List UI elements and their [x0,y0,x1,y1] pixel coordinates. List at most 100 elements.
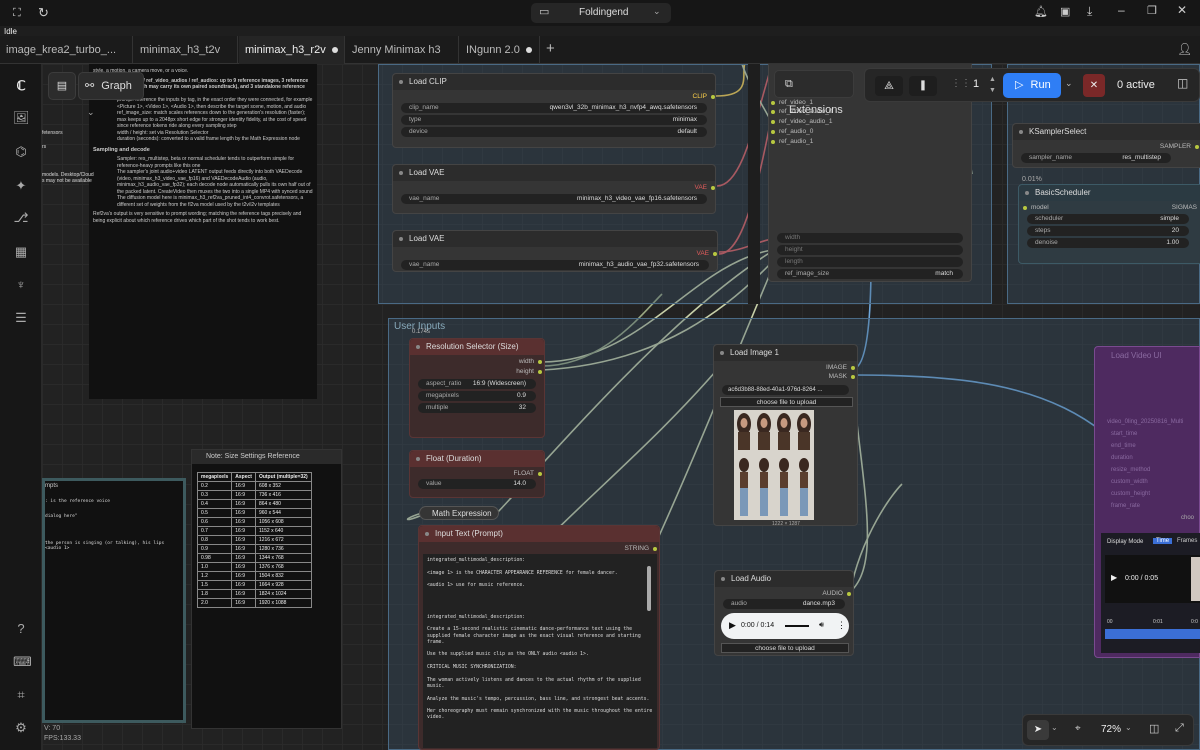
sigmas-output[interactable]: SIGMAS [1172,204,1197,211]
tab-workflow-1[interactable]: image_krea2_turbo_... [0,36,133,64]
resolution-selector-node[interactable]: Resolution Selector (Size) width height … [409,338,545,438]
queue-count[interactable]: 1 [973,78,979,90]
queue-icon[interactable]: ☰ [13,310,29,326]
image-file-combo[interactable]: ac6d3b88-88ed-40a1-976d-8264 ... [722,385,849,395]
clip-type-combo[interactable]: type minimax [401,115,707,125]
input-text-prompt-node[interactable]: Input Text (Prompt) STRING integrated_mu… [418,525,660,750]
keyboard-icon[interactable]: ⌗ [13,687,29,703]
ref-image-size-combo[interactable]: ref_image_size match [777,269,963,279]
cancel-run-button[interactable]: ✕ [1083,74,1105,97]
settings-gear-icon[interactable]: ⚙ [13,720,29,736]
run-options-chevron-icon[interactable]: ⌄ [1065,78,1073,89]
audio-output[interactable]: AUDIO [822,590,851,597]
timeline-bar[interactable] [1105,629,1200,639]
choose-video-button[interactable]: choo [1181,515,1194,521]
fit-view-icon[interactable]: ⌖ [1075,723,1081,734]
tab-workflow-3[interactable]: minimax_h3_r2v [239,36,345,64]
vae-name-combo[interactable]: vae_name minimax_h3_video_vae_fp16.safete… [401,194,707,204]
model-input[interactable]: model [1023,204,1049,211]
steps-number[interactable]: steps 20 [1027,226,1189,236]
run-button[interactable]: ▷ Run [1003,73,1061,98]
duration-number[interactable]: value 14.0 [418,479,536,489]
multiple-number[interactable]: multiple 32 [418,403,536,413]
width-output[interactable]: width [519,358,543,365]
prompt-textarea[interactable]: integrated_multimodal_description: <imag… [423,554,657,748]
comfy-logo-icon[interactable]: ℂ [13,78,29,94]
play-icon[interactable]: ▶ [729,620,736,631]
models-icon[interactable]: ⌬ [13,144,29,160]
megapixels-number[interactable]: megapixels 0.9 [418,391,536,401]
bookmark-icon[interactable]: ❚ [909,76,937,96]
tab-workflow-4[interactable]: Jenny Minimax h3 [346,36,459,64]
help-icon[interactable]: ? [13,621,29,637]
link-visibility-icon[interactable]: ⤢ [1175,722,1184,735]
image-output[interactable]: IMAGE [826,364,855,371]
mode-time-button[interactable]: Time [1153,538,1173,544]
reload-icon[interactable]: ↻ [38,5,49,21]
images-icon[interactable]: 🖼︎ [13,110,30,126]
graph-canvas[interactable]: style, a motion, a camera move, or a voi… [42,64,1200,750]
add-tab-icon[interactable]: + [546,40,555,57]
mode-frames-button[interactable]: Frames [1177,538,1197,544]
maximize-icon[interactable]: ❐ [1147,4,1157,17]
active-count[interactable]: 0 active [1117,79,1155,91]
string-output[interactable]: STRING [624,545,657,552]
play-icon[interactable]: ▶ [1111,573,1117,582]
clip-output[interactable]: CLIP [693,93,716,100]
load-vae-audio-node[interactable]: Load VAE VAE vae_name minimax_h3_audio_va… [392,230,718,272]
video-controls[interactable]: ▶ 0:00 / 0:05 [1105,555,1200,603]
bell-icon[interactable]: 🔔︎ [1034,5,1048,18]
sampler-output[interactable]: SAMPLER [1160,143,1200,150]
clip-device-combo[interactable]: device default [401,127,707,137]
ksampler-select-node[interactable]: KSamplerSelect SAMPLER sampler_name res_m… [1012,123,1200,168]
chat-icon[interactable]: ▣ [1060,5,1070,18]
templates-icon[interactable]: ▦ [13,244,29,260]
minimize-icon[interactable]: – [1118,3,1125,17]
load-vae-video-node[interactable]: Load VAE VAE vae_name minimax_h3_video_va… [392,164,716,214]
denoise-number[interactable]: denoise 1.00 [1027,238,1189,248]
chevron-down-icon[interactable]: ⌄ [1051,723,1058,732]
float-duration-node[interactable]: Float (Duration) FLOAT value 14.0 [409,450,545,498]
width-widget[interactable]: width [777,233,963,243]
sampler-name-combo[interactable]: sampler_name res_multistep [1021,153,1171,163]
volume-icon[interactable]: 🔊︎ [819,620,824,630]
minimap-icon[interactable]: ◫ [1149,722,1159,735]
load-audio-node[interactable]: Load Audio AUDIO audio dance.mp3 ▶ 0:00 /… [714,570,854,656]
tree-icon[interactable]: ♆ [13,277,29,293]
load-clip-node[interactable]: Load CLIP CLIP clip_name qwen3vl_32b_mini… [392,73,716,148]
mask-output[interactable]: MASK [829,373,856,380]
textarea-scrollbar[interactable] [647,566,651,611]
audio-file-combo[interactable]: audio dance.mp3 [723,599,845,609]
clip-name-combo[interactable]: clip_name qwen3vl_32b_minimax_h3_nvfp4_aw… [401,103,707,113]
comfy-cloud-icon[interactable]: ⟁ [875,76,903,96]
terminal-icon[interactable]: ⌨ [13,654,32,670]
basic-scheduler-node[interactable]: BasicScheduler model SIGMAS scheduler sim… [1018,184,1200,264]
length-widget[interactable]: length [777,257,963,267]
download-icon[interactable]: ⤓ [1087,4,1092,19]
vae-output[interactable]: VAE [696,250,717,257]
height-widget[interactable]: height [777,245,963,255]
close-icon[interactable]: ✕ [1177,3,1187,17]
vae-output[interactable]: VAE [694,184,715,191]
aspect-ratio-combo[interactable]: aspect_ratio 16:9 (Widescreen) [418,379,536,389]
tab-workflow-2[interactable]: minimax_h3_t2v [134,36,238,64]
load-image-node[interactable]: Load Image 1 IMAGE MASK ac6d3b88-88ed-40… [713,344,858,527]
scheduler-combo[interactable]: scheduler simple [1027,214,1189,224]
nodes-icon[interactable]: ✦ [13,178,29,194]
load-video-node[interactable]: Load Video UI video_0ling_20250816_Multi… [1094,346,1200,658]
choose-file-button[interactable]: choose file to upload [720,397,853,407]
select-mode-icon[interactable]: ➤ [1027,720,1049,740]
zoom-level[interactable]: 72% [1101,724,1121,735]
user-icon[interactable]: 👤︎ [1177,42,1192,56]
ref-input[interactable]: ref_audio_0 [770,128,813,135]
tab-workflow-5[interactable]: INgunn 2.0 [460,36,540,64]
workflows-icon[interactable]: ⎇ [13,210,29,226]
graph-mode-button[interactable]: ⚯ Graph ⌄ [78,72,144,117]
vae-name-combo[interactable]: vae_name minimax_h3_audio_vae_fp32.safete… [401,260,709,270]
float-output[interactable]: FLOAT [514,470,543,477]
more-icon[interactable]: ⋮ [837,620,846,631]
extensions-button[interactable]: ⧉ Extensions [774,70,854,116]
panel-toggle-button[interactable]: ▤ [48,72,76,100]
stepper-icon[interactable]: ▲ ▼ [989,74,996,96]
audio-seek-bar[interactable] [785,625,809,627]
